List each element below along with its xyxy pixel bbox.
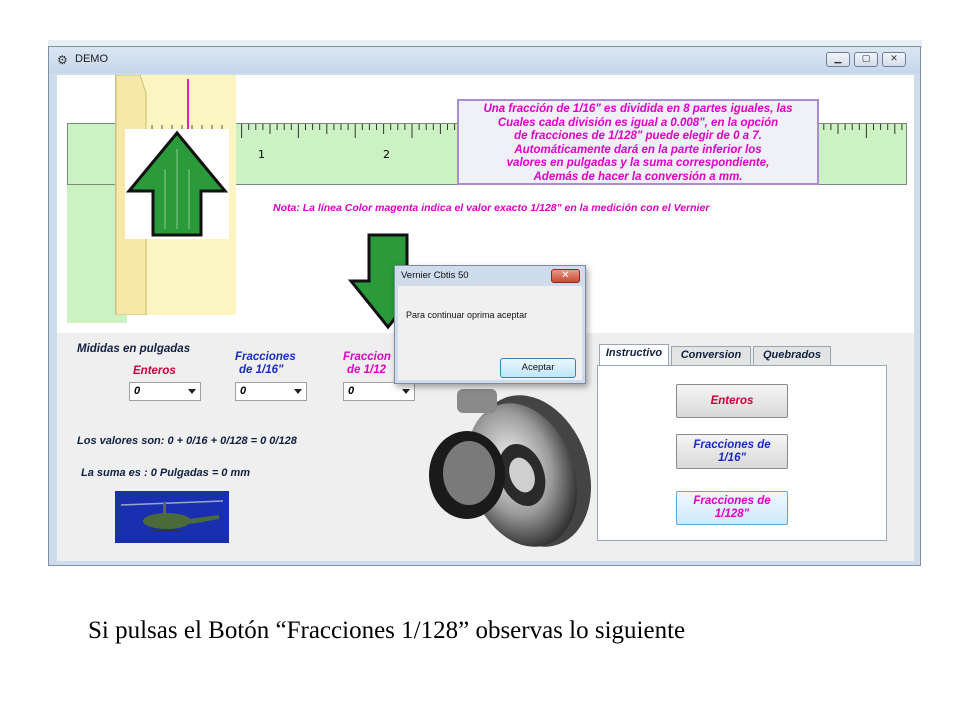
info-line: de fracciones de 1/128" puede elegir de … (514, 130, 762, 142)
tab-instructivo[interactable]: Instructivo (599, 344, 669, 366)
values-summary: Los valores son: 0 + 0/16 + 0/128 = 0 0/… (77, 435, 297, 447)
aceptar-button[interactable]: Aceptar (500, 358, 576, 378)
dialog-title: Vernier Cbtis 50 (401, 270, 469, 281)
dialog-body: Para continuar oprima aceptar Aceptar (398, 286, 582, 380)
fracciones128-label: Fraccion de 1/12 (343, 351, 391, 377)
info-box: Una fracción de 1/16" es dividida en 8 p… (457, 99, 819, 185)
fracciones16-value: 0 (240, 385, 247, 397)
gear-icon: ⚙ (57, 53, 68, 67)
fracciones16-label: Fracciones de 1/16" (235, 351, 296, 377)
magenta-note: Nota: La línea Color magenta indica el v… (273, 202, 710, 214)
fracciones128-button-line1: Fracciones de (693, 495, 771, 507)
chevron-down-icon (402, 389, 410, 394)
fracciones128-value: 0 (348, 385, 355, 397)
chevron-down-icon (188, 389, 196, 394)
info-line: Una fracción de 1/16" es dividida en 8 p… (483, 103, 793, 115)
message-dialog: Vernier Cbtis 50 ✕ Para continuar oprima… (394, 265, 586, 384)
fracciones128-label-line1: Fraccion (343, 351, 391, 363)
fracciones128-button[interactable]: Fracciones de 1/128" (676, 491, 788, 525)
fracciones16-button-line1: Fracciones de (693, 438, 771, 451)
dialog-message: Para continuar oprima aceptar (406, 310, 528, 320)
close-button[interactable]: ✕ (882, 52, 906, 67)
fracciones16-select[interactable]: 0 (235, 382, 307, 401)
tab-quebrados[interactable]: Quebrados (753, 346, 831, 365)
up-arrow-icon[interactable] (125, 129, 229, 239)
helicopter-image (115, 491, 229, 543)
title-bar: ⚙ DEMO ▁ ▢ ✕ (49, 47, 920, 73)
enteros-select[interactable]: 0 (129, 382, 201, 401)
gear-image (417, 379, 592, 559)
fracciones16-label-line2: de 1/16" (239, 364, 284, 376)
info-line: Automáticamente dará en la parte inferio… (514, 143, 762, 156)
enteros-button[interactable]: Enteros (676, 384, 788, 418)
fracciones128-label-line2: de 1/12 (347, 364, 386, 376)
info-line: Cuales cada división es igual a 0.008", … (497, 116, 779, 129)
measurements-heading: Mididas en pulgadas (77, 343, 191, 355)
minimize-button[interactable]: ▁ (826, 52, 850, 67)
chevron-down-icon (294, 389, 302, 394)
maximize-button[interactable]: ▢ (854, 52, 878, 67)
scale-label-2: 2 (383, 148, 390, 161)
dialog-close-button[interactable]: ✕ (551, 269, 580, 283)
info-line: Además de hacer la conversión a mm. (533, 170, 743, 183)
tab-conversion[interactable]: Conversion (671, 346, 751, 365)
sum-summary: La suma es : 0 Pulgadas = 0 mm (81, 467, 251, 479)
fracciones16-label-line1: Fracciones (235, 351, 296, 363)
slide-caption: Si pulsas el Botón “Fracciones 1/128” ob… (88, 617, 686, 644)
scale-label-1: 1 (258, 148, 265, 161)
fracciones16-button-line2: 1/16" (718, 451, 746, 464)
enteros-value: 0 (134, 385, 141, 397)
info-line: valores en pulgadas y la suma correspond… (506, 157, 770, 169)
fracciones16-button[interactable]: Fracciones de 1/16" (676, 434, 788, 469)
enteros-label: Enteros (133, 365, 176, 377)
fracciones128-button-line2: 1/128" (714, 508, 750, 520)
tab-panel-instructivo: Enteros Fracciones de 1/16" Fracciones d… (597, 365, 887, 541)
window-title: DEMO (75, 53, 108, 65)
fracciones128-select[interactable]: 0 (343, 382, 415, 401)
